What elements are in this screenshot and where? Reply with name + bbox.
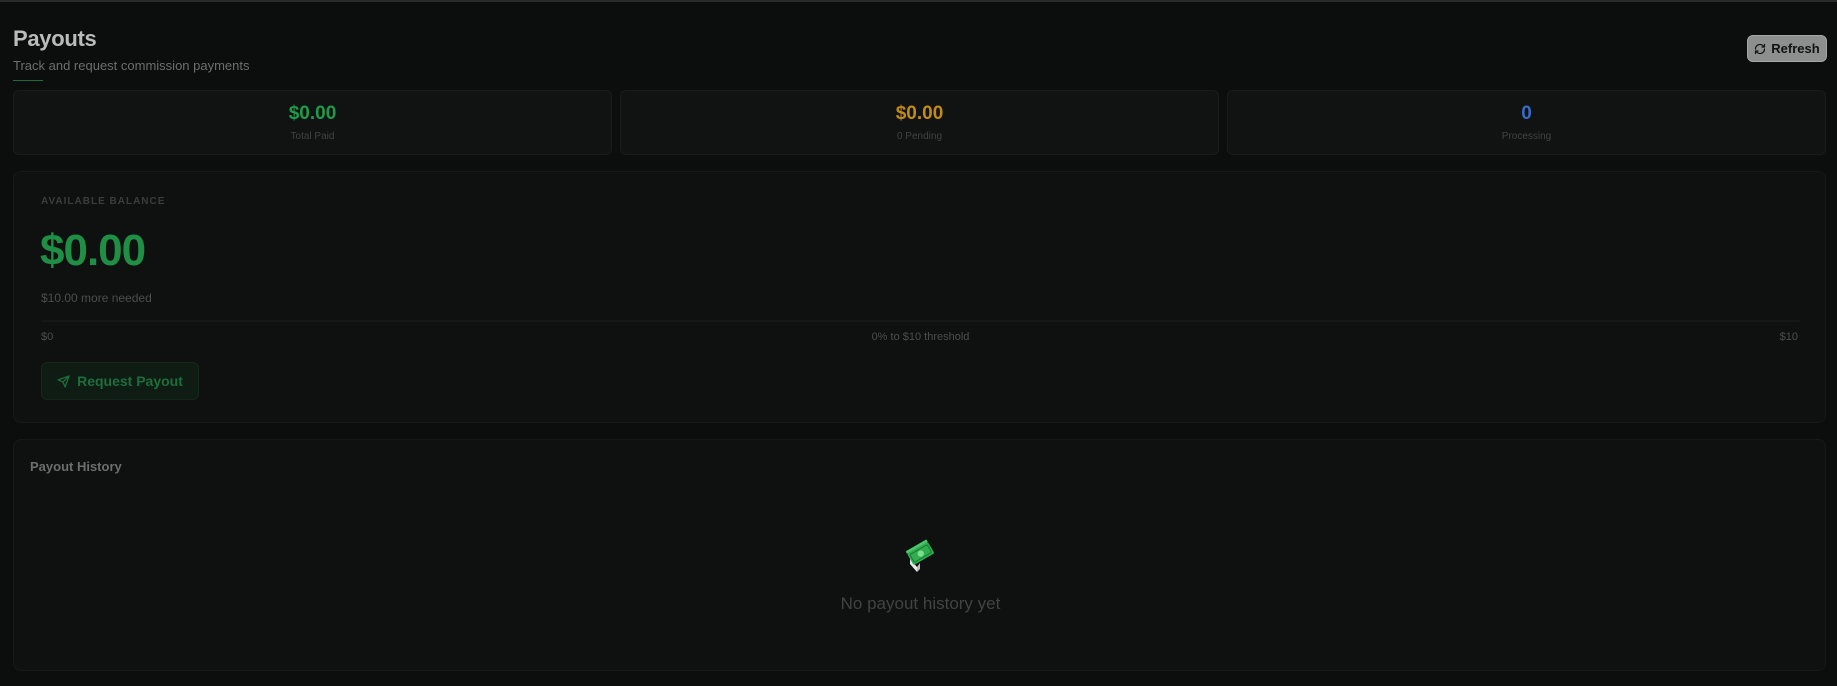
- refresh-label: Refresh: [1771, 41, 1820, 56]
- threshold-progress-bar: [41, 320, 1800, 322]
- stat-processing: 0 Processing: [1227, 90, 1826, 155]
- stat-value: $0.00: [895, 103, 944, 124]
- empty-history-text: No payout history yet: [840, 594, 1001, 613]
- page-header: Payouts Track and request commission pay…: [13, 26, 250, 81]
- balance-label: AVAILABLE BALANCE: [41, 196, 166, 207]
- page-subtitle-text: Track and request commission payments: [13, 58, 250, 73]
- available-balance-card: AVAILABLE BALANCE $0.00 $10.00 more need…: [13, 171, 1826, 423]
- request-payout-label: Request Payout: [77, 373, 183, 389]
- page-subtitle: Track and request commission payments: [13, 58, 250, 81]
- subtitle-accent-line: [13, 80, 43, 81]
- refresh-button[interactable]: Refresh: [1747, 35, 1827, 62]
- refresh-icon: [1755, 43, 1766, 54]
- stats-row: $0.00 Total Paid $0.00 0 Pending 0 Proce…: [13, 90, 1826, 155]
- page-title: Payouts: [13, 26, 97, 51]
- request-payout-button[interactable]: Request Payout: [41, 362, 199, 400]
- payout-history-card: Payout History No payout history yet: [13, 439, 1826, 671]
- stat-pending: $0.00 0 Pending: [620, 90, 1219, 155]
- stat-label: Total Paid: [290, 131, 335, 142]
- stat-value: $0.00: [288, 103, 337, 124]
- stat-label: 0 Pending: [896, 131, 943, 142]
- balance-needed-text: $10.00 more needed: [41, 291, 152, 305]
- payout-history-title: Payout History: [30, 459, 122, 474]
- stat-total-paid: $0.00 Total Paid: [13, 90, 612, 155]
- money-with-wings-icon: [905, 539, 934, 572]
- progress-max-label: $10: [1779, 331, 1798, 343]
- progress-status-text: 0% to $10 threshold: [871, 331, 970, 343]
- top-border: [0, 0, 1837, 2]
- stat-label: Processing: [1501, 131, 1552, 142]
- balance-amount: $0.00: [40, 226, 146, 275]
- stat-value: 0: [1521, 103, 1532, 124]
- send-icon: [57, 374, 70, 388]
